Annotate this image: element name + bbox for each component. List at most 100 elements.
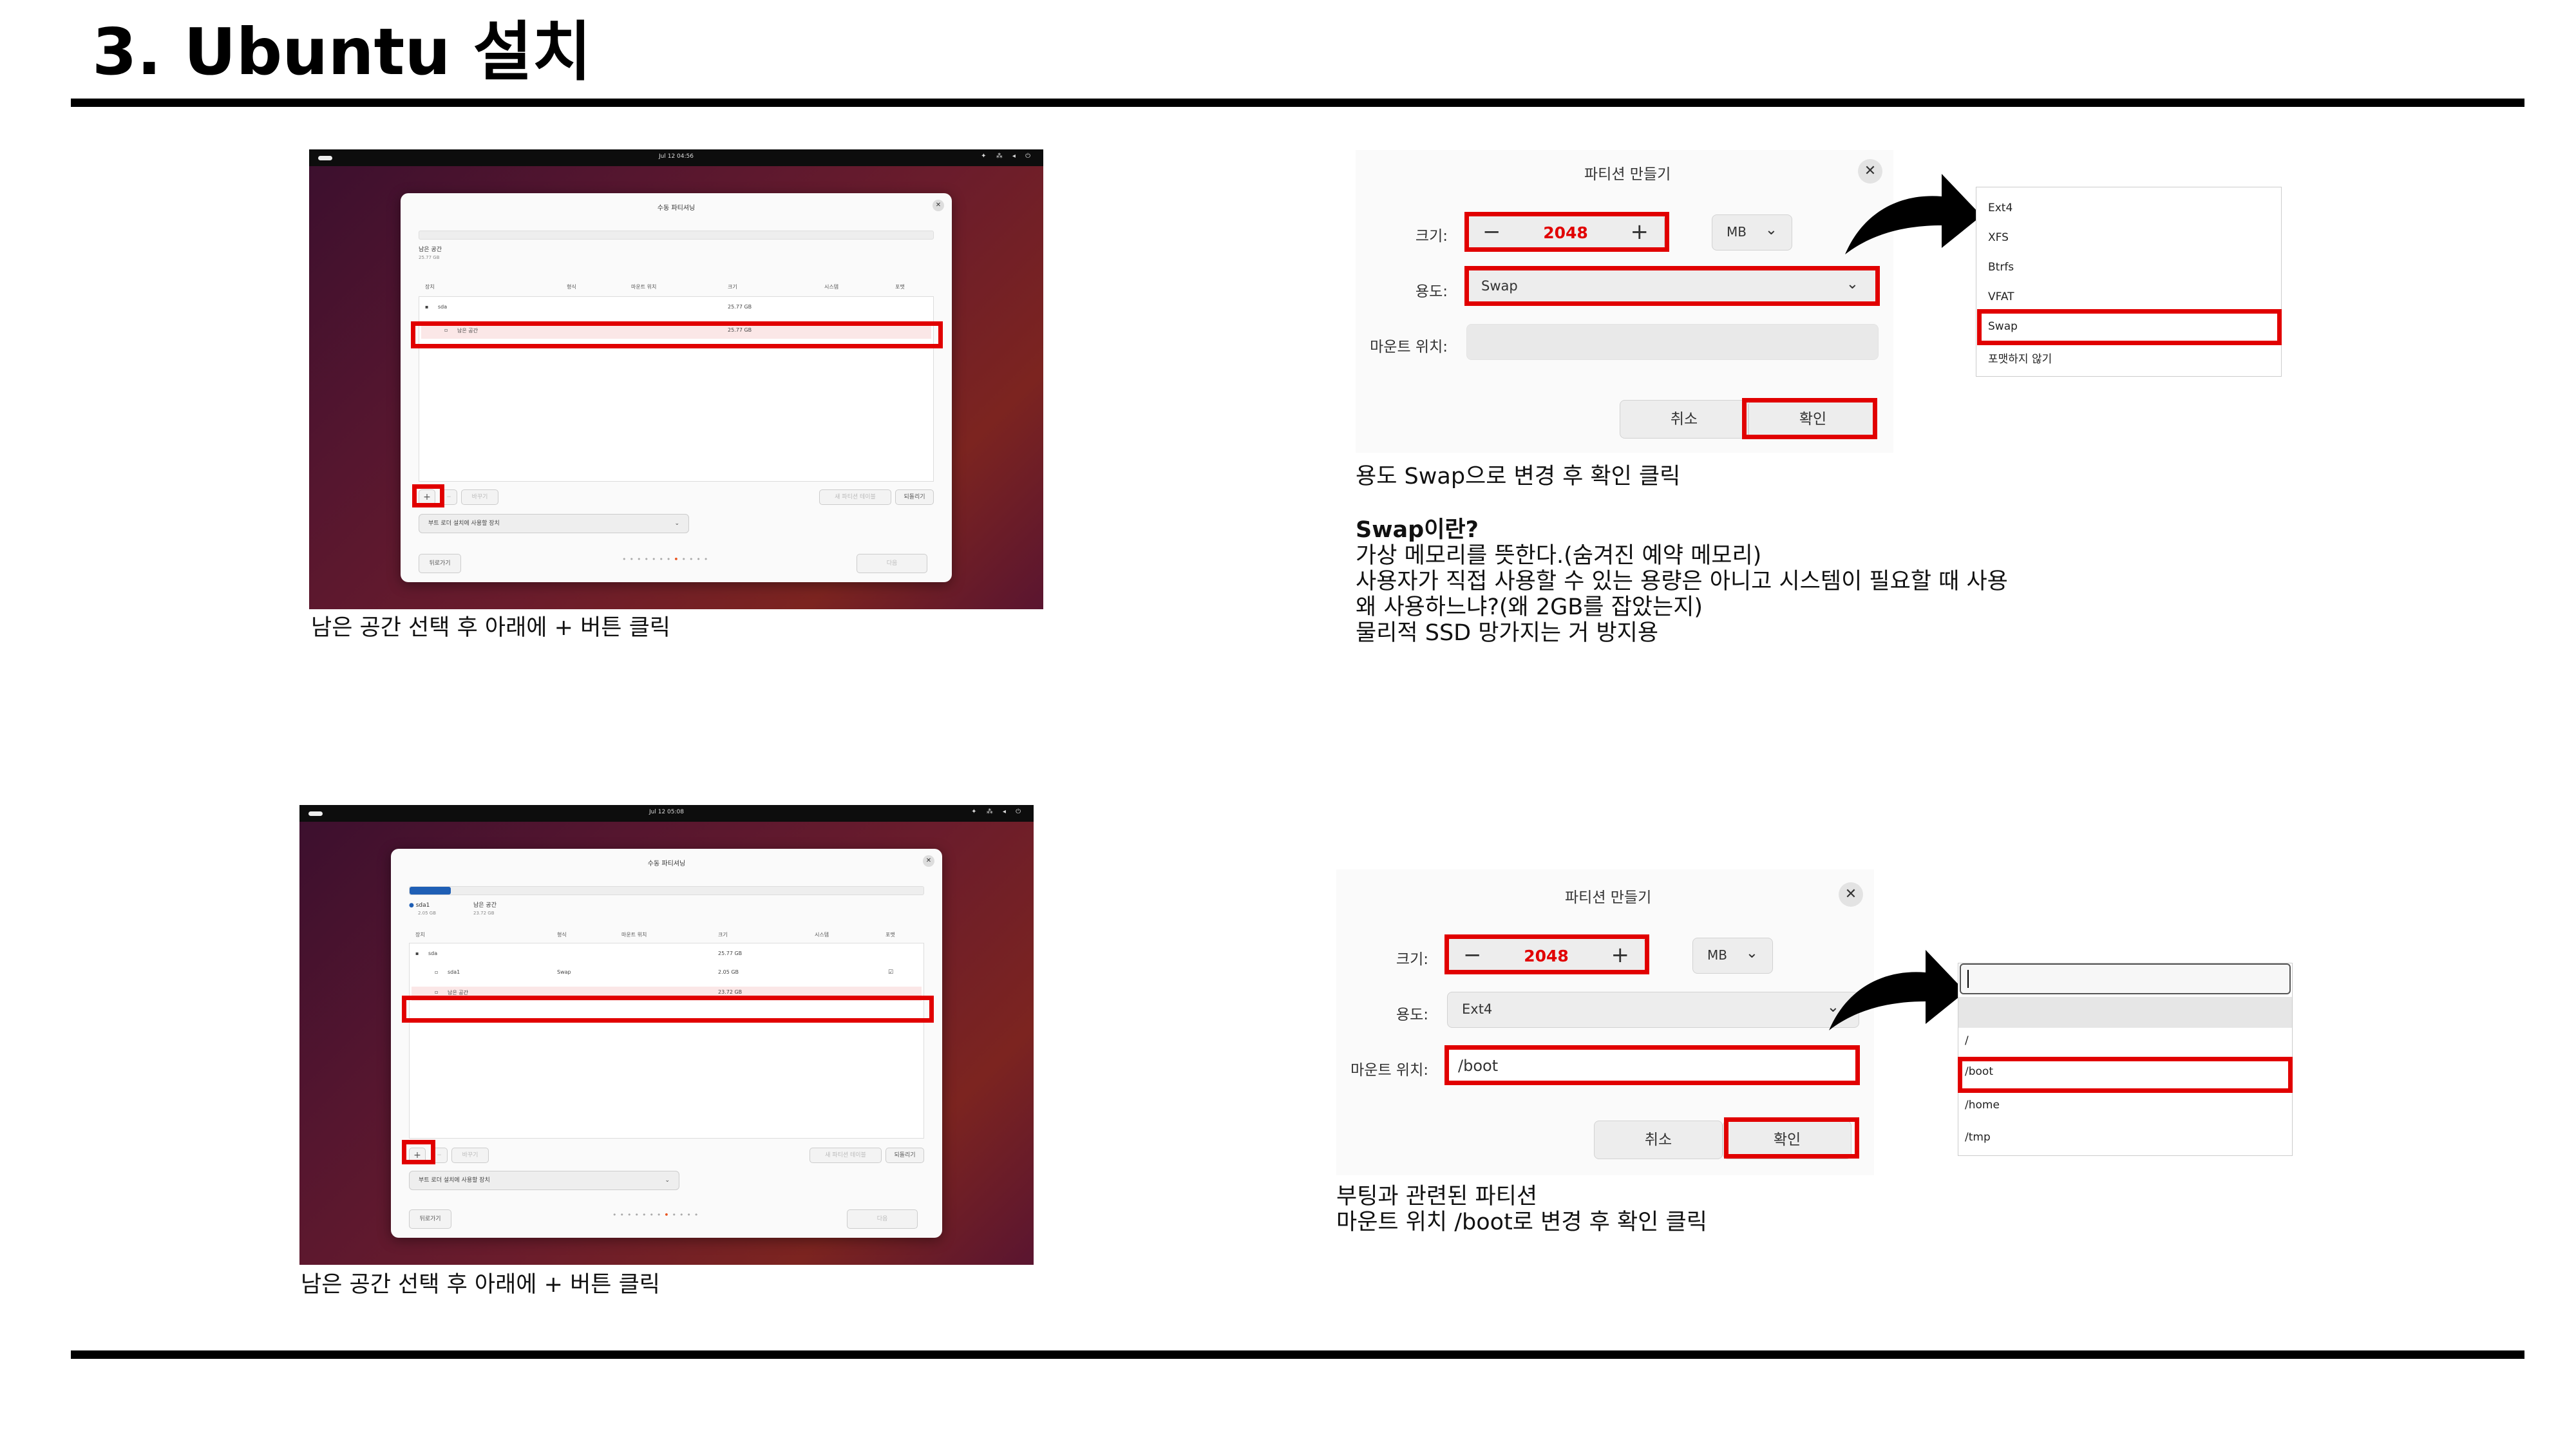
cancel-button[interactable]: 취소 [1620, 400, 1748, 439]
highlight-boot-option [1958, 1057, 2293, 1093]
back-button[interactable]: 뒤로가기 [419, 554, 461, 573]
highlight-free-space-row [402, 996, 934, 1023]
fs-option[interactable]: 포맷하지 않기 [1988, 350, 2052, 366]
back-button[interactable]: 뒤로가기 [409, 1209, 451, 1229]
activities-icon[interactable] [318, 156, 332, 160]
table-row[interactable]: ▪ sda 25.77 GB [419, 304, 934, 318]
modify-partition-button[interactable]: 바꾸기 [461, 489, 498, 505]
swap-line: 가상 메모리를 뜻한다.(숨겨진 예약 메모리) [1356, 543, 1762, 569]
system-tray-icon[interactable]: ✦ ⁂ ◂ ⏻ [981, 153, 1034, 160]
clock: Jul 12 05:08 [649, 809, 684, 815]
swap-line: 왜 사용하느냐?(왜 2GB를 잡았는지) [1356, 594, 1703, 620]
legend-size: 23.72 GB [473, 911, 495, 916]
col-device: 장치 [425, 284, 435, 290]
disk-bar [419, 231, 934, 240]
top-bar: Jul 12 04:56 ✦ ⁂ ◂ ⏻ [309, 149, 1043, 166]
free-space-label: 남은 공간 [419, 247, 442, 253]
highlight-add-button [412, 484, 444, 507]
cancel-button[interactable]: 취소 [1594, 1121, 1723, 1159]
col-size: 크기 [718, 932, 728, 938]
dialog-title: 수동 파티셔닝 [647, 860, 686, 867]
row-size: 23.72 GB [718, 989, 743, 995]
chevron-down-icon: ⌄ [1765, 222, 1777, 238]
col-device: 장치 [415, 932, 425, 938]
unit-dropdown[interactable]: MB ⌄ [1712, 214, 1792, 251]
fs-option[interactable]: XFS [1988, 231, 2009, 244]
system-tray-icon[interactable]: ✦ ⁂ ◂ ⏻ [971, 808, 1025, 815]
swap-line: 사용자가 직접 사용할 수 있는 용량은 아니고 시스템이 필요할 때 사용 [1356, 569, 2008, 594]
sda1-legend: ● sda1 2.05 GB [409, 902, 436, 917]
size-label: 크기: [1415, 228, 1448, 245]
use-label: 용도: [1396, 1007, 1428, 1023]
highlight-free-space-row [411, 321, 943, 348]
slide-title: 3. Ubuntu 설치 [92, 14, 592, 90]
screenshot-manual-partitioning-2: Jul 12 05:08 ✦ ⁂ ◂ ⏻ 수동 파티셔닝 ✕ ● sda1 2.… [299, 805, 1034, 1265]
col-size: 크기 [728, 284, 737, 290]
activities-icon[interactable] [308, 811, 323, 816]
free-space-size: 25.77 GB [419, 255, 440, 260]
use-value: Ext4 [1462, 1001, 1493, 1017]
boot-loader-dropdown[interactable]: 부트 로더 설치에 사용할 장치 ⌄ [419, 514, 689, 533]
mount-option[interactable]: /home [1965, 1099, 2000, 1112]
arrow-icon [1845, 174, 1982, 254]
table-row[interactable]: ▪ sda 25.77 GB [409, 951, 924, 965]
mount-option-empty[interactable] [1958, 997, 2292, 1028]
row-device: sda1 [448, 969, 460, 975]
title-rule [71, 99, 2524, 107]
next-button[interactable]: 다음 [847, 1209, 918, 1229]
modify-partition-button[interactable]: 바꾸기 [451, 1148, 489, 1163]
chevron-down-icon: ⌄ [674, 520, 679, 527]
close-icon[interactable]: ✕ [1839, 882, 1863, 907]
next-button[interactable]: 다음 [857, 554, 927, 573]
close-icon[interactable]: ✕ [923, 855, 934, 867]
caption-boot: 마운트 위치 /boot로 변경 후 확인 클릭 [1336, 1209, 1707, 1235]
revert-button[interactable]: 되돌리기 [886, 1148, 924, 1163]
table-row[interactable]: ▫ sda1 Swap 2.05 GB ☑ [409, 969, 924, 983]
format-checkbox[interactable]: ☑ [888, 969, 893, 976]
mount-option[interactable]: / [1965, 1034, 1969, 1047]
fs-option[interactable]: Btrfs [1988, 261, 2014, 274]
row-size: 2.05 GB [718, 969, 739, 975]
highlight-ok [1742, 398, 1877, 439]
legend-name: 남은 공간 [473, 902, 497, 909]
bottom-rule [71, 1350, 2524, 1359]
unit-value: MB [1727, 224, 1747, 240]
filesystem-options-list: Ext4 XFS Btrfs VFAT Swap 포맷하지 않기 [1976, 187, 2282, 377]
legend-size: 2.05 GB [418, 911, 437, 916]
new-partition-table-button[interactable]: 새 파티션 테이블 [810, 1148, 882, 1163]
caption-shot2: 남은 공간 선택 후 아래에 + 버튼 클릭 [301, 1272, 661, 1298]
col-type: 형식 [567, 284, 576, 290]
mount-search-input[interactable] [1960, 963, 2291, 994]
close-icon[interactable]: ✕ [933, 200, 944, 211]
disk-bar [409, 886, 924, 895]
legend-name: sda1 [415, 902, 430, 909]
partition-icon: ▫ [435, 989, 439, 995]
mount-option[interactable]: /tmp [1965, 1131, 1991, 1144]
swap-line: 물리적 SSD 망가지는 거 방지용 [1356, 620, 1659, 646]
boot-loader-label: 부트 로더 설치에 사용할 장치 [428, 520, 500, 527]
mount-field[interactable] [1466, 324, 1879, 360]
partition-icon: ▫ [435, 969, 439, 975]
col-mount: 마운트 위치 [621, 932, 647, 938]
disk-icon: ▪ [415, 951, 419, 956]
caption-boot: 부팅과 관련된 파티션 [1336, 1184, 1538, 1209]
new-partition-table-button[interactable]: 새 파티션 테이블 [819, 489, 891, 505]
row-size: 25.77 GB [718, 951, 743, 956]
text-cursor [1967, 970, 1969, 988]
row-device: sda [438, 304, 448, 310]
fs-option[interactable]: VFAT [1988, 290, 2014, 303]
col-format: 포맷 [886, 932, 895, 938]
disk-bar-sda1 [410, 887, 451, 895]
arrow-icon [1829, 950, 1965, 1030]
unit-dropdown[interactable]: MB ⌄ [1692, 938, 1773, 974]
use-dropdown[interactable]: Ext4 ⌄ [1447, 992, 1859, 1028]
row-type: Swap [557, 969, 571, 975]
fs-option[interactable]: Ext4 [1988, 202, 2012, 214]
slide: { "slide": { "title": "3. Ubuntu 설치" }, … [0, 0, 2576, 1449]
highlight-swap-option [1977, 309, 2282, 345]
free-space-legend: 남은 공간 23.72 GB [473, 902, 497, 917]
col-system: 시스템 [824, 284, 839, 290]
boot-loader-dropdown[interactable]: 부트 로더 설치에 사용할 장치 ⌄ [409, 1171, 679, 1190]
revert-button[interactable]: 되돌리기 [895, 489, 934, 505]
col-format: 포맷 [895, 284, 905, 290]
